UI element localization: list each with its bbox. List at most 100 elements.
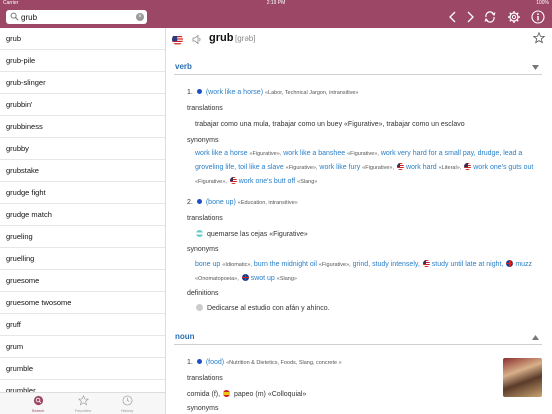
magnifier-icon [10, 12, 19, 21]
list-item[interactable]: grudge fight [0, 182, 165, 204]
section-verb-label: verb [175, 62, 192, 71]
synonym-tag: «Literal», [438, 165, 462, 171]
synonym-tag: «Figurative», [318, 262, 351, 268]
list-item[interactable]: gruff [0, 314, 165, 336]
sense-gloss[interactable]: (bone up) [206, 199, 236, 206]
list-item[interactable]: grumble [0, 358, 165, 380]
synonym-link[interactable]: work like a horse [195, 150, 248, 157]
section-noun[interactable]: noun [174, 331, 542, 345]
synonyms-label: synonyms [187, 405, 219, 412]
synonym-link[interactable]: muzz [515, 261, 532, 268]
translation-text: quemarse las cejas «Figurative» [195, 230, 308, 238]
synonym-link[interactable]: work very hard for a small pay, [381, 150, 476, 157]
synonym-link[interactable]: work hard [406, 164, 437, 171]
status-bar: Carrier 2:19 PM 100% [0, 0, 552, 7]
sense-number: 1. [187, 359, 193, 366]
us-flag-icon [422, 260, 430, 268]
list-item[interactable]: grub-pile [0, 50, 165, 72]
synonym-link[interactable]: work like fury [319, 164, 360, 171]
definition-text: Dedicarse al estudio con afán y ahínco. [195, 304, 330, 312]
us-flag-icon[interactable] [172, 34, 183, 45]
uk-flag-icon [241, 274, 249, 282]
section-verb[interactable]: verb [174, 61, 542, 75]
list-item[interactable]: grubby [0, 138, 165, 160]
sense-1-heading: 1. (work like a horse) «Labor, Technical … [187, 87, 358, 99]
battery-label: 100% [536, 0, 549, 6]
list-item[interactable]: grueling [0, 226, 165, 248]
info-icon[interactable] [531, 10, 545, 24]
refresh-icon[interactable] [483, 10, 497, 24]
search-input[interactable] [21, 11, 131, 23]
synonym-link[interactable]: work one's butt off [239, 178, 295, 185]
uk-flag-icon [506, 260, 514, 268]
synonyms-list: bone up «Idiomatic», burn the midnight o… [195, 258, 543, 286]
headword: grub [209, 32, 234, 44]
synonym-tag: «Slang» [297, 179, 318, 185]
synonym-link[interactable]: study until late at night, [432, 261, 504, 268]
translations-label: translations [187, 105, 223, 112]
translation-value: quemarse las cejas «Figurative» [206, 230, 308, 238]
clear-icon[interactable]: × [136, 13, 144, 21]
list-item[interactable]: grumbler [0, 380, 165, 392]
star-icon [77, 395, 89, 406]
sense-tags: «Nutrition & Dietetics, Foods, Slang, co… [226, 360, 342, 366]
sense-number: 2. [187, 199, 193, 206]
collapse-icon[interactable] [532, 65, 539, 70]
sense-dot [196, 89, 202, 95]
sense-dot [196, 359, 202, 365]
top-bar: × [0, 7, 552, 28]
noun-sense-1-heading: 1. (food) «Nutrition & Dietetics, Foods, … [187, 357, 342, 369]
chevron-left-icon[interactable] [446, 10, 460, 24]
tab-search-label: Search [31, 408, 45, 413]
tab-favorites-label: Favorites [74, 408, 92, 413]
definition-bullet-icon [196, 304, 203, 311]
sense-gloss[interactable]: (work like a horse) [206, 89, 263, 96]
sense-dot [196, 199, 202, 205]
sense-gloss[interactable]: (food) [206, 359, 224, 366]
list-item[interactable]: grum [0, 336, 165, 358]
synonyms-label: synonyms [187, 137, 219, 144]
translation-text: trabajar como una mula, trabajar como un… [195, 121, 465, 128]
synonym-tag: «Idiomatic», [222, 262, 252, 268]
us-flag-icon [464, 163, 472, 171]
search-box[interactable]: × [6, 10, 147, 24]
synonym-link[interactable]: grind, study intensely, [353, 261, 420, 268]
gear-icon[interactable] [507, 10, 521, 24]
list-item[interactable]: grub-slinger [0, 72, 165, 94]
tab-search[interactable]: Search [18, 395, 58, 413]
synonym-link[interactable]: bone up [195, 261, 220, 268]
entry-pane: grub [grəb] verb 1. (work like a horse) «… [167, 28, 552, 414]
translation-value: papeo (m) «Colloquial» [233, 390, 307, 398]
spain-flag-icon [223, 390, 231, 397]
tab-history-label: History [120, 408, 134, 413]
list-item[interactable]: grubbin' [0, 94, 165, 116]
tab-favorites[interactable]: Favorites [63, 395, 103, 413]
synonym-tag: «Figurative», [195, 179, 227, 185]
synonym-link[interactable]: burn the midnight oil [254, 261, 317, 268]
speaker-icon[interactable] [192, 34, 202, 45]
chevron-right-icon[interactable] [463, 10, 477, 24]
list-item[interactable]: grubstake [0, 160, 165, 182]
list-item[interactable]: grubbiness [0, 116, 165, 138]
definition-value: Dedicarse al estudio con afán y ahínco. [206, 304, 330, 312]
list-item[interactable]: grudge match [0, 204, 165, 226]
list-item[interactable]: gruesome [0, 270, 165, 292]
food-photo[interactable] [503, 358, 542, 397]
sense-2-heading: 2. (bone up) «Education, intransitive» [187, 197, 298, 209]
sense-tags: «Labor, Technical Jargon, intransitive» [264, 90, 359, 96]
tab-bar: Search Favorites History [0, 392, 166, 414]
us-flag-icon [396, 163, 404, 171]
translations-label: translations [187, 215, 223, 222]
list-item[interactable]: grub [0, 28, 165, 50]
entry-header: grub [grəb] [167, 28, 552, 52]
synonym-link[interactable]: work one's guts out [473, 164, 533, 171]
argentina-flag-icon [196, 230, 203, 237]
favorite-star-icon[interactable] [533, 32, 545, 44]
synonym-link[interactable]: swot up [251, 275, 275, 282]
list-item[interactable]: gruesome twosome [0, 292, 165, 314]
tab-history[interactable]: History [107, 395, 147, 413]
list-item[interactable]: gruelling [0, 248, 165, 270]
synonym-tag: «Figurative», [285, 165, 318, 171]
expand-icon[interactable] [532, 335, 539, 340]
synonym-link[interactable]: work like a banshee [283, 150, 345, 157]
